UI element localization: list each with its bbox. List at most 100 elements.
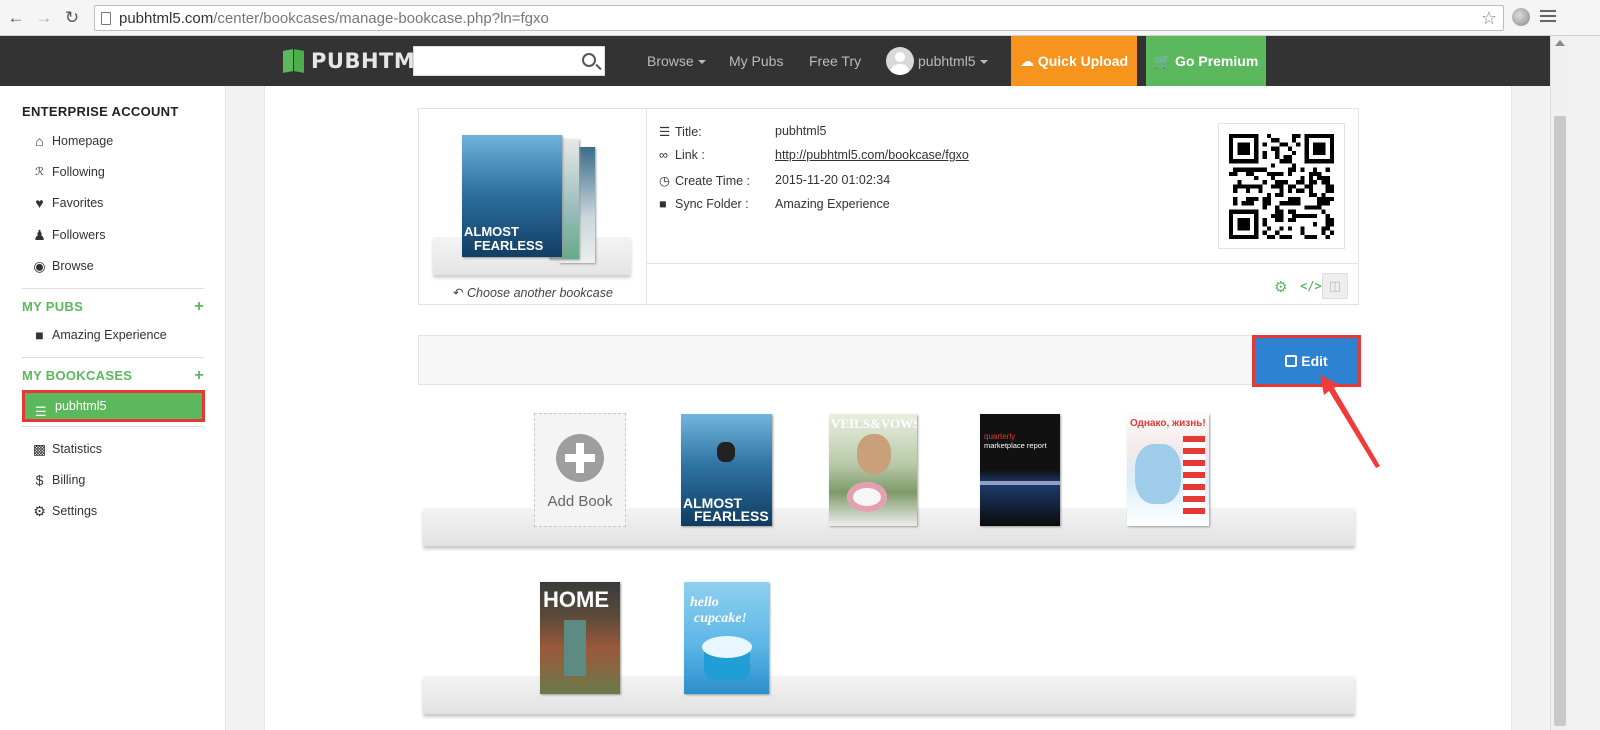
- sync-folder-label: ■ Sync Folder :: [659, 197, 749, 211]
- preview-cover-title-2: FEARLESS: [474, 238, 544, 253]
- library-icon: ☰: [659, 125, 671, 139]
- cart-icon: 🛒: [1153, 53, 1172, 69]
- bookcase-preview: ALMOST FEARLESS ↶ Choose another bookcas…: [419, 109, 647, 304]
- heart-icon: ♥: [35, 195, 44, 211]
- page-icon: [101, 12, 111, 25]
- forward-icon[interactable]: →: [34, 8, 54, 28]
- url-path: /center/bookcases/manage-bookcase.php?ln…: [213, 10, 549, 27]
- edit-label: Edit: [1301, 353, 1328, 369]
- address-bar[interactable]: pubhtml5.com/center/bookcases/manage-boo…: [94, 5, 1504, 31]
- top-navigation: PUBHTML5 Browse My Pubs Free Try pubhtml…: [0, 36, 1550, 86]
- trash-icon[interactable]: ◫: [1322, 273, 1348, 299]
- settings-gear-icon[interactable]: ⚙: [1274, 278, 1287, 296]
- plus-circle-icon: [556, 434, 604, 482]
- library-icon: ☰: [35, 404, 47, 419]
- folder-icon: ■: [35, 327, 44, 343]
- sidebar-item-following[interactable]: ℛ Following: [22, 157, 206, 187]
- sidebar-item-settings[interactable]: ⚙ Settings: [22, 496, 206, 526]
- account-heading: ENTERPRISE ACCOUNT: [22, 104, 179, 119]
- sidebar-item-label: Settings: [52, 504, 98, 518]
- choose-bookcase-link[interactable]: ↶ Choose another bookcase: [419, 285, 647, 300]
- title-row-label: ☰ Title:: [659, 125, 702, 139]
- bookcase-info-card: ALMOST FEARLESS ↶ Choose another bookcas…: [418, 108, 1359, 305]
- scroll-up-icon[interactable]: [1555, 40, 1565, 46]
- sidebar-item-label: Following: [52, 165, 105, 179]
- sidebar-item-bookcase-pubhtml5[interactable]: ☰ pubhtml5: [22, 390, 205, 422]
- eye-icon: ◉: [33, 258, 46, 274]
- book-almost-fearless[interactable]: ALMOST FEARLESS: [681, 414, 772, 526]
- book-title-line: marketplace report: [984, 441, 1047, 450]
- sidebar-item-label: Amazing Experience: [52, 328, 167, 342]
- embed-code-icon[interactable]: </>: [1300, 279, 1322, 293]
- book-hello-cupcake[interactable]: hello cupcake!: [684, 582, 769, 694]
- avatar[interactable]: [886, 47, 914, 75]
- book-odnako-zhizn[interactable]: Однако, жизнь!: [1127, 414, 1209, 526]
- create-time-label: ◷ Create Time :: [659, 174, 751, 188]
- sync-folder-value: Amazing Experience: [775, 197, 890, 211]
- caret-down-icon: [697, 60, 706, 65]
- my-bookcases-heading: MY BOOKCASES +: [22, 367, 204, 385]
- title-value: pubhtml5: [775, 124, 827, 138]
- sidebar-item-billing[interactable]: $ Billing: [22, 465, 206, 495]
- my-pubs-heading: MY PUBS +: [22, 298, 204, 316]
- divider: [22, 426, 204, 427]
- globe-icon[interactable]: [1512, 8, 1530, 26]
- sidebar-item-label: Browse: [52, 259, 94, 273]
- users-icon: ♟: [33, 227, 46, 243]
- nav-browse[interactable]: Browse: [647, 53, 706, 69]
- sidebar: ENTERPRISE ACCOUNT ⌂ Homepage ℛ Followin…: [0, 86, 226, 730]
- add-pub-icon[interactable]: +: [194, 298, 204, 316]
- link-row-label: ∞ Link :: [659, 148, 705, 162]
- add-bookcase-icon[interactable]: +: [194, 367, 204, 385]
- browser-menu-icon[interactable]: [1540, 10, 1556, 24]
- book-title-line: cupcake!: [694, 611, 747, 626]
- clock-icon: ◷: [659, 174, 670, 188]
- nav-free-try[interactable]: Free Try: [809, 53, 861, 69]
- book-veils-vows[interactable]: VEILS&VOWS: [829, 414, 917, 526]
- book-title-line: quarterly: [984, 432, 1016, 441]
- red-arrow-annotation: [1320, 375, 1380, 468]
- sidebar-item-label: Statistics: [52, 442, 103, 456]
- add-book-button[interactable]: Add Book: [534, 413, 626, 527]
- bar-chart-icon: ▩: [32, 441, 47, 457]
- sidebar-item-browse[interactable]: ◉ Browse: [22, 251, 206, 281]
- gear-icon: ⚙: [33, 503, 46, 519]
- book-title-line: FEARLESS: [694, 508, 769, 524]
- book-home[interactable]: HOME: [540, 582, 620, 694]
- sidebar-item-label: Billing: [52, 473, 86, 487]
- bookcase-link[interactable]: http://pubhtml5.com/bookcase/fgxo: [775, 148, 969, 162]
- bookmark-star-icon[interactable]: ☆: [1481, 8, 1497, 29]
- preview-cover-title-1: ALMOST: [464, 224, 519, 239]
- go-premium-button[interactable]: 🛒 Go Premium: [1146, 36, 1266, 86]
- sidebar-item-statistics[interactable]: ▩ Statistics: [22, 434, 206, 464]
- search-icon[interactable]: [582, 53, 596, 67]
- sidebar-item-amazing-experience[interactable]: ■ Amazing Experience: [22, 320, 206, 350]
- scroll-thumb[interactable]: [1554, 116, 1566, 726]
- sidebar-item-followers[interactable]: ♟ Followers: [22, 220, 206, 250]
- cloud-upload-icon: ☁: [1019, 53, 1034, 69]
- edit-icon: [1285, 355, 1298, 367]
- browser-toolbar: ← → ↻ pubhtml5.com/center/bookcases/mana…: [0, 0, 1600, 36]
- reload-icon[interactable]: ↻: [62, 8, 82, 28]
- rss-icon: ℛ: [35, 166, 44, 178]
- book-marketplace-report[interactable]: quarterly marketplace report: [980, 414, 1060, 526]
- back-icon[interactable]: ←: [6, 8, 26, 28]
- book-title-line: Однако, жизнь!: [1130, 418, 1206, 429]
- logo-book-icon: [283, 48, 305, 74]
- qr-code: [1218, 123, 1345, 249]
- nav-my-pubs[interactable]: My Pubs: [729, 53, 783, 69]
- home-icon: ⌂: [35, 133, 44, 149]
- sidebar-item-label: Homepage: [52, 134, 114, 148]
- link-icon: ∞: [659, 148, 668, 162]
- nav-user-menu[interactable]: pubhtml5: [918, 53, 988, 69]
- search-input[interactable]: [413, 46, 605, 76]
- page-scrollbar[interactable]: [1550, 36, 1568, 730]
- choose-bookcase-label: Choose another bookcase: [467, 286, 613, 300]
- qr-code-image: [1229, 134, 1334, 239]
- divider: [22, 357, 204, 358]
- book-title-line: HOME: [543, 587, 609, 612]
- quick-upload-button[interactable]: ☁ Quick Upload: [1011, 36, 1137, 86]
- sidebar-item-favorites[interactable]: ♥ Favorites: [22, 188, 206, 218]
- book-title-line: VEILS&VOWS: [831, 416, 917, 431]
- sidebar-item-homepage[interactable]: ⌂ Homepage: [22, 126, 206, 156]
